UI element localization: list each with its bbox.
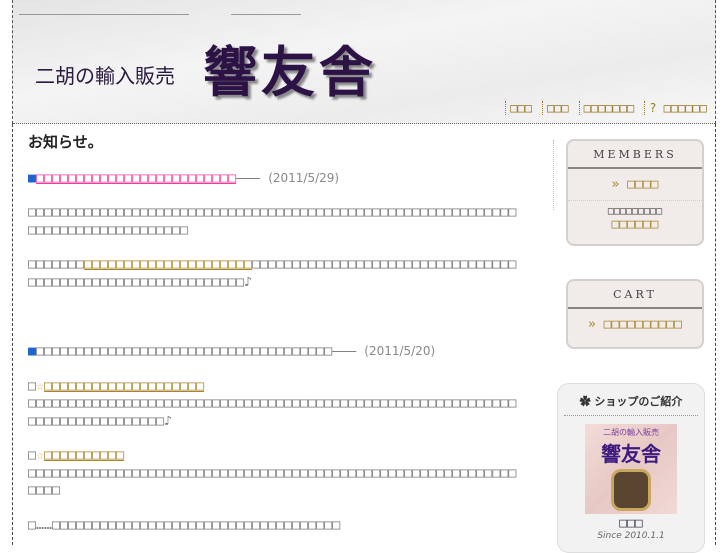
- bullet-icon: ■: [28, 170, 37, 186]
- news-paragraph: □□□□□□□□□□□□□□□□□□□□□□□□□□□□□□□□□□□□□□□□…: [28, 256, 520, 291]
- divider: [13, 123, 715, 124]
- site-subtitle: 二胡の輸入販売: [35, 64, 175, 88]
- item-body: □□□□□□□□□□□□□□□□□□□□□□□□□□□□□□□□□□□□□□□□…: [28, 396, 517, 429]
- shop-heading-text: ショップのご紹介: [594, 395, 683, 408]
- nav-item-4[interactable]: ? □□□□□□: [644, 101, 707, 115]
- text: □□□□□□□: [28, 257, 85, 272]
- mark: □: [28, 378, 37, 394]
- nav-item-3[interactable]: □□□□□□□: [578, 101, 634, 115]
- mark: □: [28, 448, 37, 463]
- news-headline: ■□□□□□□□□□□□□□□□□□□□□□□□□□□□□□□□□□□□□□——…: [28, 343, 520, 361]
- news-item: □☆□□□□□□□□□□□□□□□□□□□□□□□□□□□□□□□□□□□□□□…: [28, 447, 520, 500]
- shop-name: □□□: [619, 516, 643, 531]
- item-link[interactable]: □□□□□□□□□□: [44, 448, 124, 463]
- erhu-drum-image: [611, 469, 651, 511]
- header-nav: □□□ □□□ □□□□□□□ ? □□□□□□: [505, 101, 707, 115]
- image-subtitle: 二胡の輸入販売: [603, 428, 659, 437]
- news-date: (2011/5/29): [268, 170, 340, 185]
- shop-heading: ✿ ショップのご紹介: [564, 384, 698, 416]
- news-item: □☆□□□□□□□□□□□□□□□□□□□□□□□□□□□□□□□□□□□□□□…: [28, 378, 520, 431]
- inline-link[interactable]: □□□□□□□□□□□□□□□□□□□□□: [84, 257, 252, 272]
- right-border: [715, 124, 716, 545]
- news-paragraph: □□□□□□□□□□□□□□□□□□□□□□□□□□□□□□□□□□□□□□□□…: [28, 205, 517, 238]
- item-body: □□□□□□□□□□□□□□□□□□□□□□□□□□□□□□□□□□□□□□□□…: [28, 465, 517, 499]
- view-cart-link[interactable]: » □□□□□□□□□□: [568, 309, 702, 340]
- members-heading: MEMBERS: [568, 141, 702, 169]
- register-link[interactable]: □□□□□□: [568, 217, 702, 240]
- cart-box: CART » □□□□□□□□□□: [566, 279, 704, 349]
- shop-since: Since 2010.1.1: [597, 531, 665, 541]
- shop-image[interactable]: 二胡の輸入販売 響友舎: [585, 424, 677, 514]
- dash: ———: [236, 170, 261, 186]
- members-note: □□□□□□□□□: [607, 206, 663, 217]
- news-date: (2011/5/20): [364, 344, 436, 358]
- image-logo: 響友舎: [601, 442, 661, 466]
- flower-icon: ✿: [579, 395, 595, 408]
- divider: [553, 140, 554, 210]
- news-headline-text: □□□□□□□□□□□□□□□□□□□□□□□□□□□□□□□□□□□□□: [36, 344, 333, 359]
- news-paragraph: □……□□□□□□□□□□□□□□□□□□□□□□□□□□□□□□□□□□□□: [28, 517, 341, 533]
- left-border: [12, 124, 13, 545]
- news-headline: ■□□□□□□□□□□□□□□□□□□□□□□□□□——— (2011/5/29…: [28, 170, 520, 188]
- page-title: お知らせ。: [28, 133, 103, 151]
- cart-heading: CART: [568, 281, 702, 309]
- item-link[interactable]: □□□□□□□□□□□□□□□□□□□□: [44, 379, 204, 394]
- dash: ———: [332, 344, 357, 359]
- site-logo[interactable]: 響友舎: [203, 28, 377, 107]
- news-section: お知らせ。 ■□□□□□□□□□□□□□□□□□□□□□□□□□——— (201…: [28, 133, 520, 551]
- bullet-icon: ■: [28, 344, 37, 359]
- news-link[interactable]: □□□□□□□□□□□□□□□□□□□□□□□□□: [36, 171, 236, 186]
- divider: [231, 14, 301, 15]
- site-header: 二胡の輸入販売 響友舎 □□□ □□□ □□□□□□□ ? □□□□□□: [12, 0, 716, 124]
- members-box: MEMBERS » □□□□ □□□□□□□□□ □□□□□□: [566, 139, 704, 246]
- login-link[interactable]: » □□□□: [568, 169, 702, 201]
- star-icon: ☆: [36, 378, 45, 394]
- star-icon: ☆: [36, 448, 45, 463]
- shop-intro-box: ✿ ショップのご紹介 二胡の輸入販売 響友舎 □□□ Since 2010.1.…: [557, 383, 705, 553]
- nav-item-1[interactable]: □□□: [505, 101, 532, 115]
- divider: [19, 14, 189, 15]
- nav-item-2[interactable]: □□□: [541, 101, 569, 115]
